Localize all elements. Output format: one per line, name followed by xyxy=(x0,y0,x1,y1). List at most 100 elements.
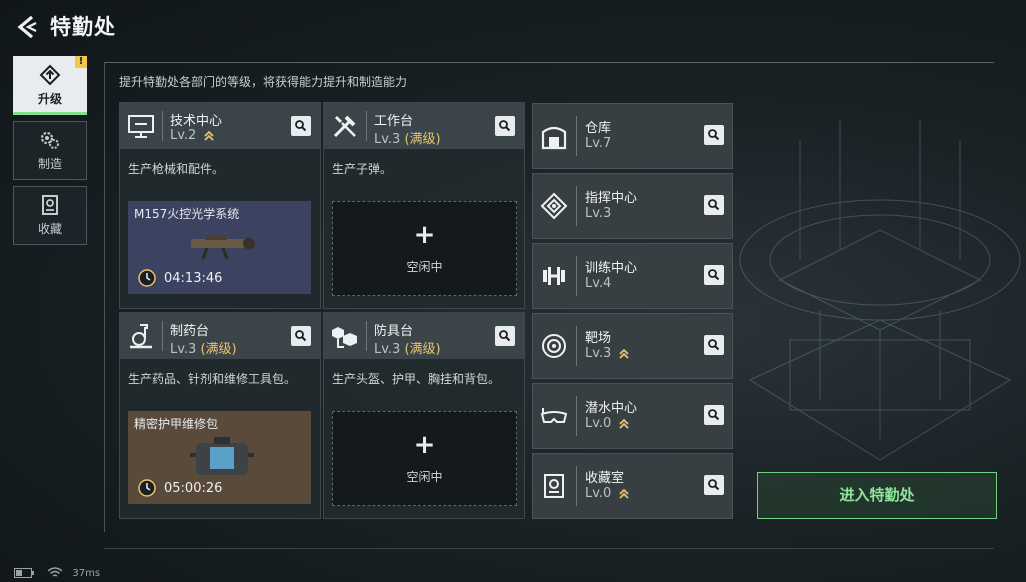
max-level-tag: (满级) xyxy=(404,132,441,147)
divider xyxy=(576,186,577,226)
upgrade-icon xyxy=(39,64,61,86)
repair-kit-item-image xyxy=(190,437,254,475)
facility-item-warehouse[interactable]: 仓库 Lv.7 xyxy=(532,103,733,169)
frame-divider xyxy=(104,548,994,549)
idle-production-slot[interactable]: + 空闲中 xyxy=(332,411,517,506)
facility-level: Lv.0 xyxy=(585,486,630,501)
facility-description: 生产药品、针剂和维修工具包。 xyxy=(128,372,297,386)
scope-item-image xyxy=(191,235,255,260)
production-timer: 04:13:46 xyxy=(164,271,223,286)
search-button[interactable] xyxy=(704,475,724,495)
facility-name: 仓库 xyxy=(585,121,612,136)
facility-name: 靶场 xyxy=(585,331,612,346)
production-timer: 05:00:26 xyxy=(164,481,223,496)
search-icon xyxy=(295,330,307,342)
facility-card-armor-bench[interactable]: 防具台 Lv.3 (满级) 生产头盔、护甲、胸挂和背包。 + 空闲中 xyxy=(323,312,525,519)
facility-level: Lv.3 xyxy=(585,206,612,221)
facility-item-command-center[interactable]: 指挥中心 Lv.3 xyxy=(532,173,733,239)
search-button[interactable] xyxy=(704,195,724,215)
tab-craft[interactable]: 制造 xyxy=(13,121,87,180)
search-button[interactable] xyxy=(704,125,724,145)
product-name: M157火控光学系统 xyxy=(134,207,240,221)
facility-name: 指挥中心 xyxy=(585,191,638,206)
page-subtitle: 提升特勤处各部门的等级，将获得能力提升和制造能力 xyxy=(119,75,408,89)
divider xyxy=(366,111,367,141)
facility-level: Lv.4 xyxy=(585,276,612,291)
search-icon xyxy=(295,120,307,132)
search-icon xyxy=(708,339,720,351)
divider xyxy=(576,466,577,506)
pharmacy-icon xyxy=(130,324,152,349)
facility-card-workbench[interactable]: 工作台 Lv.3 (满级) 生产子弹。 + 空闲中 xyxy=(323,102,525,309)
level-value: Lv.0 xyxy=(585,416,612,431)
wifi-icon xyxy=(47,567,63,577)
facility-level: Lv.0 xyxy=(585,416,630,431)
facility-name: 工作台 xyxy=(374,114,414,129)
search-icon xyxy=(708,479,720,491)
level-value: Lv.3 xyxy=(585,346,612,361)
max-level-tag: (满级) xyxy=(404,342,441,357)
timer-icon xyxy=(138,479,156,497)
upgrade-arrows-icon xyxy=(619,418,630,429)
facility-name: 训练中心 xyxy=(585,261,638,276)
status-bar: 37ms xyxy=(14,567,100,579)
search-icon xyxy=(708,129,720,141)
blueprint-background xyxy=(739,120,1021,461)
level-value: Lv.0 xyxy=(585,486,612,501)
upgrade-arrows-icon xyxy=(619,488,630,499)
facility-level: Lv.3 xyxy=(585,346,630,361)
command-center-icon xyxy=(540,192,568,220)
tab-label: 制造 xyxy=(37,157,62,171)
facility-card-tech-center[interactable]: 技术中心 Lv.2 生产枪械和配件。 M157火控光学系统 04:13:46 xyxy=(119,102,321,309)
facility-name: 收藏室 xyxy=(585,471,625,486)
tab-collection[interactable]: 收藏 xyxy=(13,186,87,245)
search-icon xyxy=(499,330,511,342)
facility-name: 制药台 xyxy=(170,324,210,339)
alert-badge: ! xyxy=(75,56,87,68)
search-button[interactable] xyxy=(704,335,724,355)
divider xyxy=(576,326,577,366)
production-slot[interactable]: M157火控光学系统 04:13:46 xyxy=(128,201,311,294)
active-tab-indicator xyxy=(13,112,87,115)
ping-value: 37ms xyxy=(72,568,101,579)
facility-level: Lv.3 (满级) xyxy=(170,338,237,357)
level-value: Lv.3 xyxy=(374,342,401,357)
search-button[interactable] xyxy=(495,326,515,346)
facility-level: Lv.3 (满级) xyxy=(374,128,441,147)
divider xyxy=(366,321,367,351)
frame-divider xyxy=(104,62,105,532)
facility-description: 生产枪械和配件。 xyxy=(128,162,225,176)
facility-item-training-center[interactable]: 训练中心 Lv.4 xyxy=(532,243,733,309)
workbench-icon xyxy=(333,115,356,138)
add-icon: + xyxy=(413,430,436,460)
enter-special-ops-button[interactable]: 进入特勤处 xyxy=(757,472,997,519)
production-slot[interactable]: 精密护甲维修包 05:00:26 xyxy=(128,411,311,504)
facility-description: 生产头盔、护甲、胸挂和背包。 xyxy=(332,372,501,386)
back-arrow-icon[interactable] xyxy=(14,14,40,40)
facility-name: 技术中心 xyxy=(170,114,223,129)
search-button[interactable] xyxy=(291,326,311,346)
gears-icon xyxy=(40,131,59,149)
search-button[interactable] xyxy=(704,265,724,285)
idle-production-slot[interactable]: + 空闲中 xyxy=(332,201,517,296)
facility-level: Lv.7 xyxy=(585,136,612,151)
collection-icon xyxy=(42,195,58,215)
search-button[interactable] xyxy=(291,116,311,136)
divider xyxy=(576,256,577,296)
armor-bench-icon xyxy=(332,327,357,348)
facility-item-collection-room[interactable]: 收藏室 Lv.0 xyxy=(532,453,733,519)
search-icon xyxy=(708,409,720,421)
search-icon xyxy=(499,120,511,132)
idle-label: 空闲中 xyxy=(406,470,443,484)
level-value: Lv.3 xyxy=(170,342,197,357)
divider xyxy=(162,111,163,141)
tab-label: 收藏 xyxy=(37,222,62,236)
search-button[interactable] xyxy=(495,116,515,136)
search-button[interactable] xyxy=(704,405,724,425)
add-icon: + xyxy=(413,220,436,250)
facility-item-diving-center[interactable]: 潜水中心 Lv.0 xyxy=(532,383,733,449)
level-value: Lv.2 xyxy=(170,128,197,143)
facility-item-shooting-range[interactable]: 靶场 Lv.3 xyxy=(532,313,733,379)
facility-name: 潜水中心 xyxy=(585,401,638,416)
facility-card-pharmacy[interactable]: 制药台 Lv.3 (满级) 生产药品、针剂和维修工具包。 精密护甲维修包 05:… xyxy=(119,312,321,519)
